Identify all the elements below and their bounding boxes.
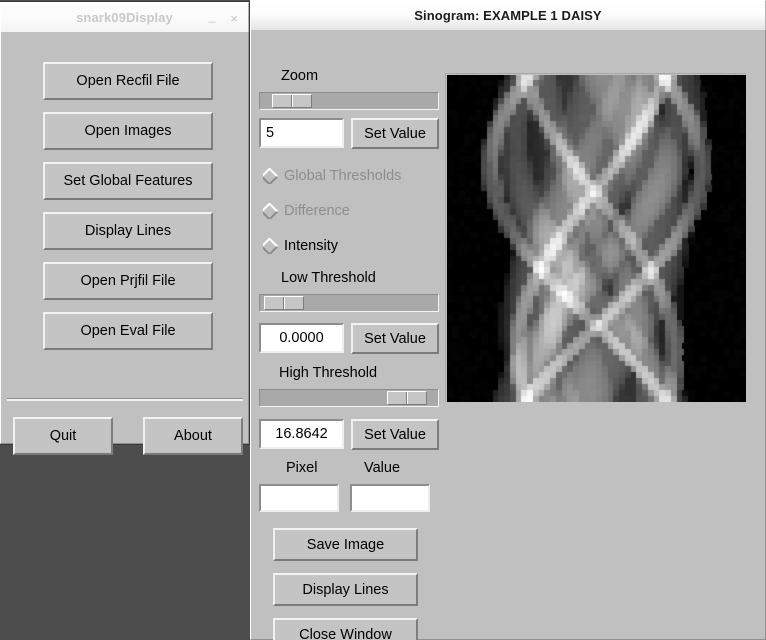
open-eval-file-button[interactable]: Open Eval File (43, 312, 213, 350)
sinogram-image[interactable] (447, 75, 746, 402)
open-recfil-file-button[interactable]: Open Recfil File (43, 62, 213, 100)
save-image-button[interactable]: Save Image (273, 528, 418, 561)
high-threshold-slider-thumb[interactable] (387, 391, 427, 405)
open-images-button[interactable]: Open Images (43, 112, 213, 150)
zoom-value-input[interactable]: 5 (259, 118, 344, 148)
left-window-titlebar[interactable]: snark09Display _ × (0, 2, 249, 32)
snark09display-window: snark09Display _ × Open Recfil File Open… (0, 2, 249, 455)
left-window-title: snark09Display (76, 10, 173, 25)
high-threshold-slider[interactable] (259, 389, 439, 407)
pixel-readout-field[interactable] (259, 484, 339, 512)
left-window-body: Open Recfil File Open Images Set Global … (0, 32, 249, 455)
left-window-divider (7, 398, 243, 401)
low-threshold-label-clip: Low Threshold (281, 270, 431, 290)
zoom-label-clip: Zoom (281, 68, 401, 88)
zoom-slider[interactable] (259, 92, 439, 110)
display-lines-button[interactable]: Display Lines (43, 212, 213, 250)
low-threshold-label: Low Threshold (281, 270, 376, 286)
low-threshold-slider-thumb[interactable] (264, 296, 304, 310)
radio-diamond-icon[interactable] (263, 168, 279, 184)
mode-label-global-thresholds: Global Thresholds (284, 168, 402, 184)
high-threshold-input[interactable]: 16.8642 (259, 419, 344, 449)
radio-diamond-icon[interactable] (263, 203, 279, 219)
open-prjfil-file-button[interactable]: Open Prjfil File (43, 262, 213, 300)
low-threshold-set-value-button[interactable]: Set Value (351, 323, 439, 354)
sinogram-image-frame (445, 73, 746, 402)
close-window-button[interactable]: Close Window (273, 618, 418, 640)
value-label: Value (364, 460, 401, 476)
mode-label-intensity: Intensity (284, 238, 338, 254)
quit-button[interactable]: Quit (13, 417, 113, 455)
mode-radio-intensity[interactable]: Intensity (263, 238, 445, 254)
pixel-label: Pixel (286, 460, 318, 476)
radio-diamond-icon[interactable] (263, 238, 279, 254)
high-threshold-label-clip: High Threshold (279, 365, 431, 385)
low-threshold-input[interactable]: 0.0000 (259, 323, 344, 353)
sinogram-titlebar[interactable]: Sinogram: EXAMPLE 1 DAISY (250, 0, 766, 30)
close-icon[interactable]: × (226, 9, 242, 27)
zoom-label: Zoom (281, 68, 319, 84)
high-threshold-set-value-button[interactable]: Set Value (351, 419, 439, 450)
sinogram-window-body: Zoom 5 Set Value Global Thresholds Diffe… (250, 30, 766, 640)
sinogram-canvas[interactable] (447, 75, 746, 402)
high-threshold-label: High Threshold (279, 365, 378, 381)
left-window-controls: _ × (204, 3, 242, 33)
low-threshold-slider[interactable] (259, 294, 439, 312)
sinogram-display-lines-button[interactable]: Display Lines (273, 573, 418, 606)
zoom-set-value-button[interactable]: Set Value (351, 118, 439, 149)
minimize-icon[interactable]: _ (204, 7, 220, 30)
set-global-features-button[interactable]: Set Global Features (43, 162, 213, 200)
about-button[interactable]: About (143, 417, 243, 455)
zoom-slider-thumb[interactable] (272, 94, 312, 108)
mode-radio-global-thresholds[interactable]: Global Thresholds (263, 168, 445, 184)
desktop: snark09Display _ × Open Recfil File Open… (0, 0, 766, 640)
mode-label-difference: Difference (284, 203, 350, 219)
mode-radio-difference[interactable]: Difference (263, 203, 445, 219)
sinogram-window: Sinogram: EXAMPLE 1 DAISY Zoom 5 Set Val… (250, 0, 766, 640)
value-readout-field[interactable] (350, 484, 430, 512)
sinogram-window-title: Sinogram: EXAMPLE 1 DAISY (414, 8, 602, 23)
